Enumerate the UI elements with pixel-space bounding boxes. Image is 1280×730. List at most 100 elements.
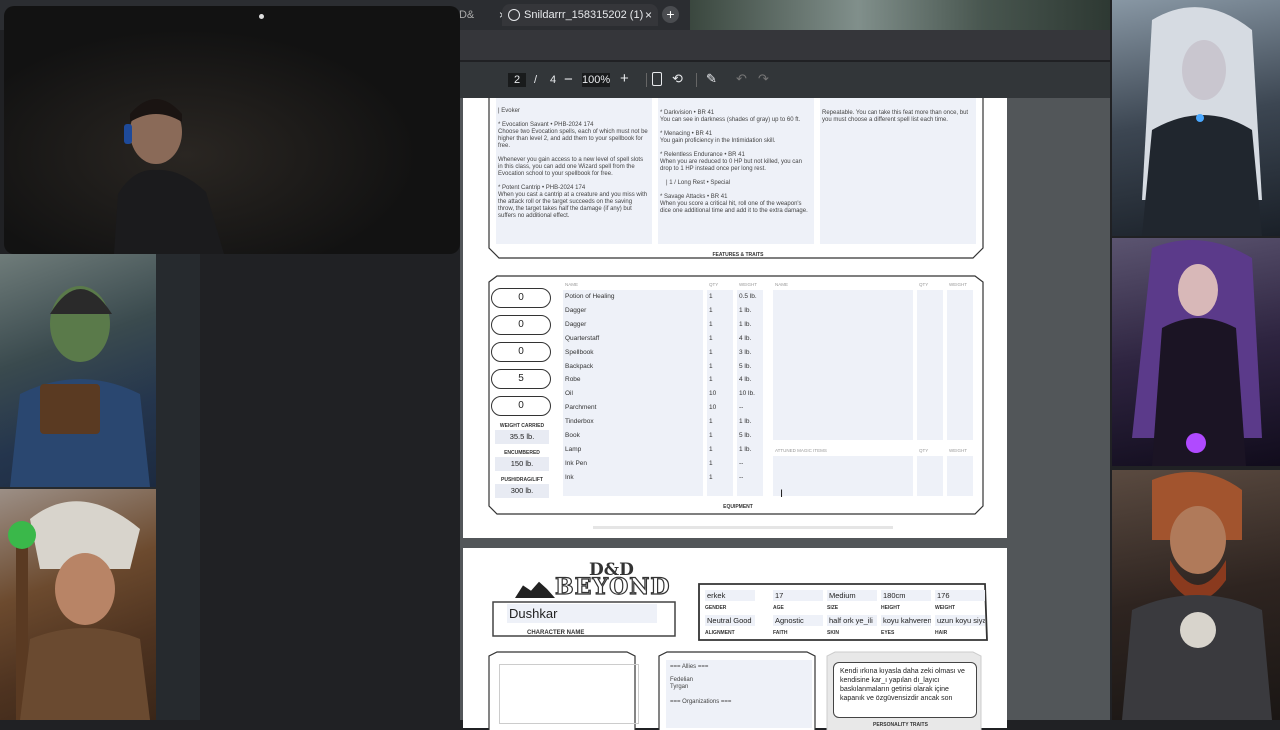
page-number-input[interactable]: 2 <box>508 73 526 87</box>
coin-sp: 0 <box>491 315 551 335</box>
coin-gp: 5 <box>491 369 551 389</box>
zoom-out-button[interactable]: − <box>564 71 573 88</box>
detail-value: koyu kahvereng <box>881 615 931 626</box>
table-row: Spellbook 1 3 lb. <box>563 346 853 360</box>
portrait-ranger-wolf-hood <box>0 489 156 720</box>
item-qty: 10 <box>709 404 717 412</box>
undo-icon[interactable]: ↶ <box>736 71 747 87</box>
table-row: Dagger 1 1 lb. <box>563 304 853 318</box>
item-weight: 1 lb. <box>739 418 752 426</box>
features-text-1: | Evoker * Evocation Savant • PHB-2024 1… <box>498 108 648 219</box>
character-name-value: Dushkar <box>507 604 657 623</box>
table-row: Ink Pen 1 -- <box>563 457 853 471</box>
item-qty: 1 <box>709 473 713 481</box>
ally-2: Tyrgan <box>670 684 689 690</box>
item-weight: 4 lb. <box>739 376 752 384</box>
item-name: Dagger <box>565 320 587 328</box>
light-dot <box>259 14 264 19</box>
weight-carried-value: 35.5 lb. <box>495 430 549 444</box>
detail-value: 180cm <box>881 590 931 601</box>
page-footer-text <box>593 526 893 529</box>
item-weight: -- <box>739 404 744 412</box>
weight-carried-label: WEIGHT CARRIED <box>499 423 545 429</box>
item-qty: 1 <box>709 306 713 314</box>
portrait-orc-wizard <box>0 254 156 487</box>
features-column-1: | Evoker * Evocation Savant • PHB-2024 1… <box>496 98 652 244</box>
equipment-title: EQUIPMENT <box>723 504 753 510</box>
table-row: Dagger 1 1 lb. <box>563 318 853 332</box>
table-row: Potion of Healing 1 0.5 lb. <box>563 290 853 304</box>
table-row: Quarterstaff 1 4 lb. <box>563 332 853 346</box>
attuned-weight-column <box>947 456 973 496</box>
item-qty: 1 <box>709 348 713 356</box>
notes-box <box>499 664 639 724</box>
rotate-icon[interactable]: ⟲ <box>672 71 683 87</box>
zoom-input[interactable]: 100% <box>582 73 610 87</box>
pdf-toolbar: 2 / 4 − 100% + ⟲ ✎ ↶ ↷ <box>460 62 1110 98</box>
item-weight: 1 lb. <box>739 320 752 328</box>
item-weight: 1 lb. <box>739 445 752 453</box>
ally-1: Fedelian <box>670 677 694 683</box>
table-row: Oil 10 10 lb. <box>563 387 853 401</box>
equipment-qty-column-2 <box>917 290 943 440</box>
attuned-header-weight: WEIGHT <box>949 448 967 453</box>
annotate-icon[interactable]: ✎ <box>706 71 717 87</box>
detail-value: erkek <box>705 590 755 601</box>
equipment-header-weight-2: WEIGHT <box>949 282 967 287</box>
pdf-page-3: D&D BEYOND Dushkar CHARACTER NAME erkek G… <box>463 548 1007 730</box>
streamer-silhouette <box>114 99 224 254</box>
personality-text: Kendi ırkına kıyasla daha zeki olması ve… <box>840 668 965 702</box>
features-title: FEATURES & TRAITS <box>712 252 764 258</box>
features-column-3: Repeatable. You can take this feat more … <box>820 98 976 244</box>
detail-label: FAITH <box>773 630 788 636</box>
item-qty: 1 <box>709 320 713 328</box>
personality-label: PERSONALITY TRAITS <box>873 722 928 728</box>
item-qty: 1 <box>709 418 713 426</box>
detail-label: HEIGHT <box>881 605 900 611</box>
push-drag-lift-label: PUSH/DRAG/LIFT <box>501 477 543 483</box>
push-drag-lift-value: 300 lb. <box>495 484 549 498</box>
new-tab-button[interactable]: + <box>662 6 679 23</box>
tab-active-pdf[interactable]: Snildarrr_158315202 (1) (1).pdf × <box>502 4 658 43</box>
equipment-header-qty-2: QTY <box>919 282 929 287</box>
item-name: Dagger <box>565 306 587 314</box>
equipment-header-name-2: NAME <box>775 282 789 287</box>
attuned-qty-column <box>917 456 943 496</box>
item-weight: 10 lb. <box>739 390 755 398</box>
equipment-header-qty: QTY <box>709 282 719 287</box>
item-weight: -- <box>739 459 744 467</box>
coin-pp: 0 <box>491 396 551 416</box>
features-column-2: * Darkvision • BR 41 You can see in dark… <box>658 98 814 244</box>
item-name: Backpack <box>565 362 594 370</box>
table-row: Backpack 1 5 lb. <box>563 360 853 374</box>
item-qty: 1 <box>709 293 713 300</box>
detail-value: Agnostic <box>773 615 823 626</box>
fit-page-icon[interactable] <box>652 72 662 86</box>
detail-value: 17 <box>773 590 823 601</box>
detail-value: uzun koyu siya <box>935 615 985 626</box>
redo-icon[interactable]: ↷ <box>758 71 769 87</box>
detail-value: half ork ye_ili <box>827 615 877 626</box>
page-total: 4 <box>550 74 557 86</box>
close-icon[interactable]: × <box>645 4 652 26</box>
detail-label: WEIGHT <box>935 605 955 611</box>
features-text-3: Repeatable. You can take this feat more … <box>822 110 969 123</box>
pdf-viewer[interactable]: | Evoker * Evocation Savant • PHB-2024 1… <box>460 98 1110 730</box>
table-row: Book 1 5 lb. <box>563 429 853 443</box>
allies-heading: === Allies === <box>670 664 709 670</box>
detail-label: SKIN <box>827 630 839 636</box>
item-qty: 1 <box>709 432 713 439</box>
portrait-silver-elf <box>1112 0 1280 236</box>
zoom-in-button[interactable]: + <box>620 70 629 87</box>
item-name: Potion of Healing <box>565 293 615 300</box>
personality-box: Kendi ırkına kıyasla daha zeki olması ve… <box>833 662 977 718</box>
encumbered-label: ENCUMBERED <box>504 450 540 456</box>
page-separator: / <box>534 74 538 86</box>
item-weight: 3 lb. <box>739 348 752 356</box>
item-name: Spellbook <box>565 348 594 356</box>
detail-value: Medium <box>827 590 877 601</box>
allies-box: === Allies === Fedelian Tyrgan === Organ… <box>666 660 812 728</box>
equipment-header-name: NAME <box>565 282 579 287</box>
globe-icon <box>508 9 520 21</box>
table-row: Tinderbox 1 1 lb. <box>563 415 853 429</box>
